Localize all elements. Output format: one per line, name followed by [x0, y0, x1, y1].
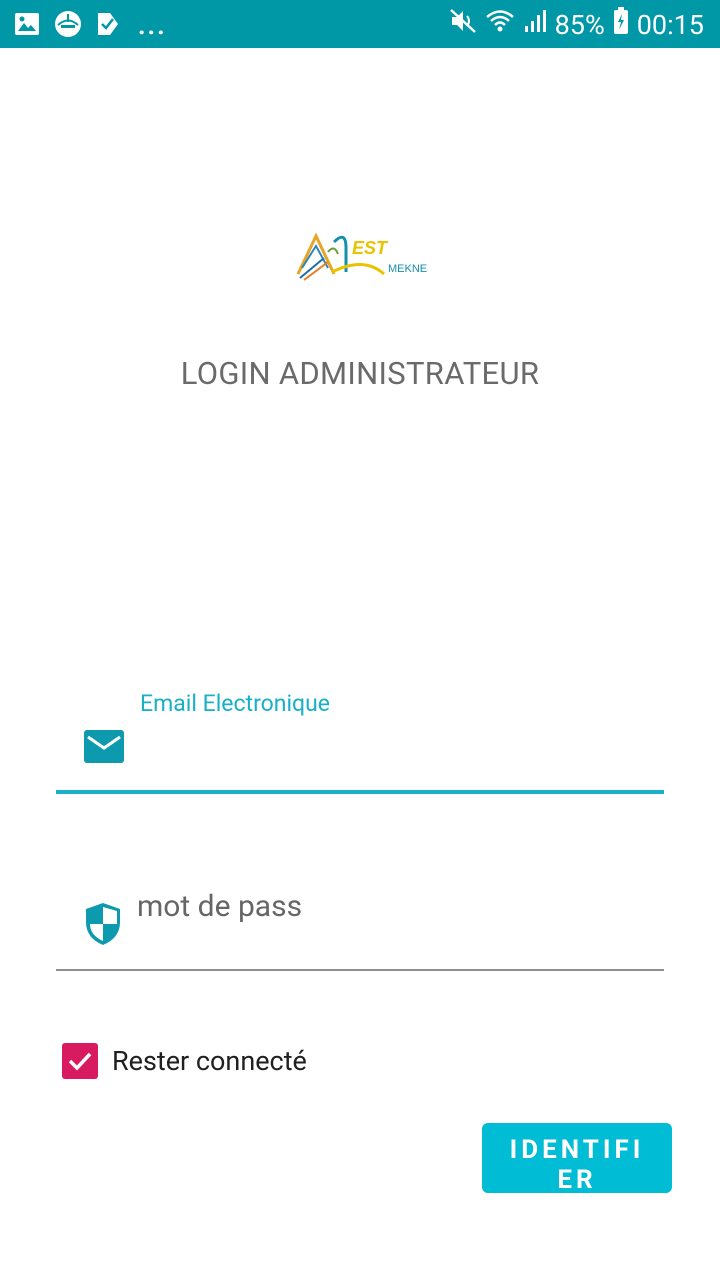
battery-icon	[613, 7, 629, 42]
gallery-icon	[14, 11, 40, 41]
logo-text-meknes: MEKNES	[388, 263, 428, 275]
remember-me-checkbox[interactable]	[62, 1043, 98, 1079]
battery-percentage: 85%	[554, 8, 605, 41]
mute-icon	[449, 8, 477, 41]
est-meknes-logo: EST MEKNES	[294, 228, 434, 284]
email-input-underline	[56, 790, 664, 794]
shield-icon	[84, 902, 122, 946]
more-notifications-indicator: ...	[138, 11, 167, 41]
email-field-label: Email Electronique	[140, 690, 330, 717]
email-input[interactable]	[140, 728, 664, 774]
status-bar: ... 85% 00:15	[0, 0, 720, 48]
app-notification-icon	[54, 10, 82, 42]
checklist-icon	[96, 11, 120, 41]
logo-text-est: EST	[352, 238, 389, 258]
page-title: LOGIN ADMINISTRATEUR	[180, 355, 540, 392]
password-input[interactable]: mot de pass	[137, 889, 302, 924]
checkmark-icon	[68, 1052, 92, 1071]
signal-icon	[523, 8, 547, 41]
remember-me-label[interactable]: Rester connecté	[112, 1045, 307, 1077]
login-button[interactable]: IDENTIFIER	[482, 1123, 672, 1193]
wifi-icon	[485, 8, 515, 41]
envelope-icon	[84, 730, 124, 763]
password-input-underline	[56, 969, 664, 971]
clock: 00:15	[636, 8, 704, 41]
